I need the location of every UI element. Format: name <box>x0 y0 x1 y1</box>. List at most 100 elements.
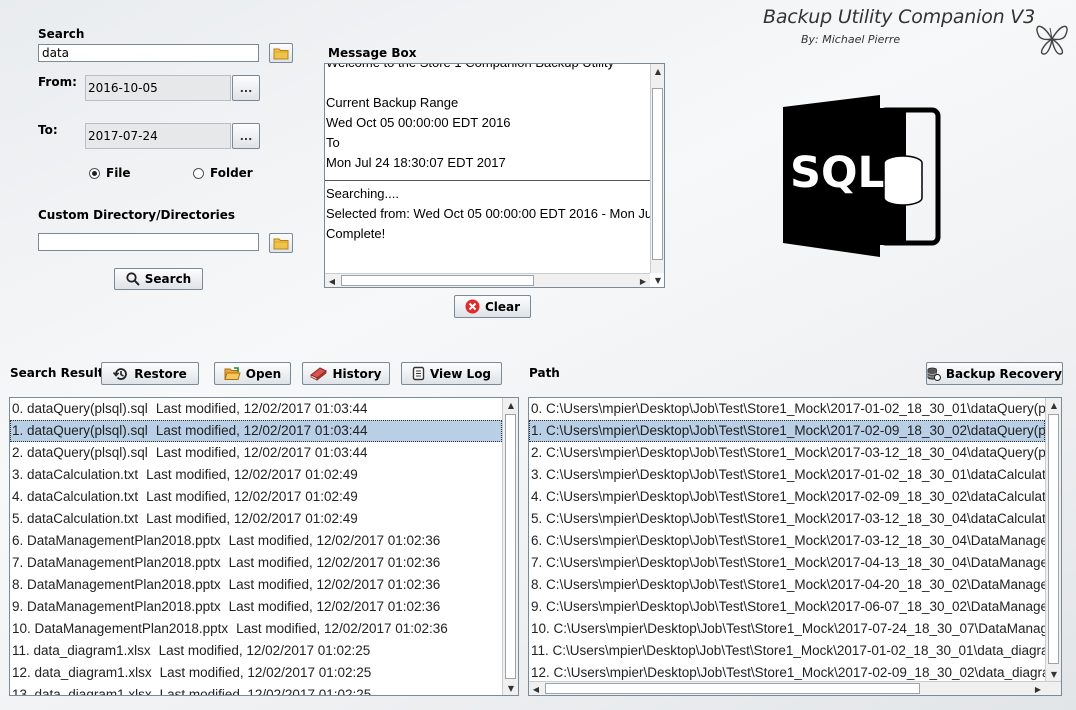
sql-logo-icon: SQL <box>783 95 941 257</box>
result-last-modified: Last modified, 12/02/2017 01:02:49 <box>146 489 358 504</box>
scroll-left-arrow-icon[interactable]: ◀ <box>529 682 543 695</box>
result-last-modified: Last modified, 12/02/2017 01:02:25 <box>158 643 371 658</box>
path-horizontal-scrollbar[interactable]: ◀ ▶ <box>529 681 1061 695</box>
result-last-modified: Last modified, 12/02/2017 01:02:36 <box>236 621 448 636</box>
view-log-button-label: View Log <box>429 366 492 381</box>
scroll-down-arrow-icon[interactable]: ▼ <box>651 273 665 287</box>
scroll-right-arrow-icon[interactable]: ▶ <box>636 274 650 288</box>
search-icon <box>126 272 140 286</box>
list-item[interactable]: 7. C:\Users\mpier\Desktop\Job\Test\Store… <box>529 552 1045 574</box>
history-button[interactable]: History <box>302 362 390 385</box>
scroll-thumb[interactable] <box>1048 414 1059 664</box>
list-item[interactable]: 8. C:\Users\mpier\Desktop\Job\Test\Store… <box>529 574 1045 596</box>
search-button[interactable]: Search <box>114 268 203 290</box>
search-results-label: Search Results <box>10 366 111 380</box>
list-item[interactable]: 4. C:\Users\mpier\Desktop\Job\Test\Store… <box>529 486 1045 508</box>
message-line: Wed Oct 05 00:00:00 EDT 2016 <box>326 115 511 130</box>
list-item[interactable]: 1. C:\Users\mpier\Desktop\Job\Test\Store… <box>529 420 1045 442</box>
message-line: To <box>326 135 340 150</box>
view-log-button[interactable]: View Log <box>401 362 502 385</box>
result-file-name: 10. DataManagementPlan2018.pptx <box>12 621 229 636</box>
table-row[interactable]: 0. dataQuery(plsql).sql Last modified, 12… <box>10 398 502 420</box>
scroll-up-arrow-icon[interactable]: ▲ <box>1047 398 1061 412</box>
path-vertical-scrollbar[interactable]: ▲ ▼ <box>1045 398 1061 681</box>
result-last-modified: Last modified, 12/02/2017 01:02:49 <box>146 511 358 526</box>
list-item[interactable]: 11. C:\Users\mpier\Desktop\Job\Test\Stor… <box>529 640 1045 662</box>
message-box[interactable]: Welcome to the Store 1 Companion Backup … <box>324 63 665 288</box>
clear-button[interactable]: Clear <box>454 295 531 318</box>
message-divider <box>325 180 650 181</box>
table-row[interactable]: 1. dataQuery(plsql).sql Last modified, 12… <box>10 420 502 442</box>
log-document-icon <box>412 366 425 381</box>
custom-directory-label: Custom Directory/Directories <box>38 208 236 222</box>
scroll-down-arrow-icon[interactable]: ▼ <box>504 681 518 695</box>
folder-icon <box>273 48 289 59</box>
message-line: Complete! <box>326 226 386 241</box>
table-row[interactable]: 11. data_diagram1.xlsx Last modified, 12/… <box>10 640 502 662</box>
table-row[interactable]: 7. DataManagementPlan2018.pptx Last modif… <box>10 552 502 574</box>
results-vertical-scrollbar[interactable]: ▲ ▼ <box>502 398 518 695</box>
message-box-horizontal-scrollbar[interactable]: ◀ ▶ <box>325 273 650 287</box>
message-box-vertical-scrollbar[interactable]: ▲ ▼ <box>650 64 665 285</box>
path-list[interactable]: 0. C:\Users\mpier\Desktop\Job\Test\Store… <box>528 397 1062 696</box>
search-label: Search <box>38 27 85 41</box>
from-date-field[interactable]: 2016-10-05 <box>85 75 231 101</box>
list-item[interactable]: 2. C:\Users\mpier\Desktop\Job\Test\Store… <box>529 442 1045 464</box>
scroll-thumb[interactable] <box>545 683 920 694</box>
custom-directory-input[interactable] <box>38 233 259 251</box>
list-item[interactable]: 5. C:\Users\mpier\Desktop\Job\Test\Store… <box>529 508 1045 530</box>
open-button[interactable]: Open <box>214 362 291 385</box>
message-line: Mon Jul 24 18:30:07 EDT 2017 <box>326 155 506 170</box>
file-radio[interactable]: File <box>89 166 131 180</box>
list-item[interactable]: 12. C:\Users\mpier\Desktop\Job\Test\Stor… <box>529 662 1045 681</box>
scroll-right-arrow-icon[interactable]: ▶ <box>1031 682 1045 695</box>
scroll-thumb[interactable] <box>505 414 516 679</box>
table-row[interactable]: 6. DataManagementPlan2018.pptx Last modif… <box>10 530 502 552</box>
scroll-left-arrow-icon[interactable]: ◀ <box>325 274 339 288</box>
custom-directory-folder-button[interactable] <box>269 233 293 253</box>
table-row[interactable]: 8. DataManagementPlan2018.pptx Last modif… <box>10 574 502 596</box>
result-file-name: 13. data_diagram1.xlsx <box>12 687 152 695</box>
scroll-up-arrow-icon[interactable]: ▲ <box>651 64 665 78</box>
list-item[interactable]: 10. C:\Users\mpier\Desktop\Job\Test\Stor… <box>529 618 1045 640</box>
open-folder-icon <box>224 366 241 380</box>
backup-recovery-button[interactable]: Backup Recovery <box>926 362 1063 385</box>
scroll-thumb[interactable] <box>652 88 663 260</box>
scroll-up-arrow-icon[interactable]: ▲ <box>504 398 518 412</box>
table-row[interactable]: 4. dataCalculation.txt Last modified, 12/… <box>10 486 502 508</box>
scroll-down-arrow-icon[interactable]: ▼ <box>1047 667 1061 681</box>
table-row[interactable]: 3. dataCalculation.txt Last modified, 12/… <box>10 464 502 486</box>
list-item[interactable]: 0. C:\Users\mpier\Desktop\Job\Test\Store… <box>529 398 1045 420</box>
list-item[interactable]: 9. C:\Users\mpier\Desktop\Job\Test\Store… <box>529 596 1045 618</box>
list-item[interactable]: 3. C:\Users\mpier\Desktop\Job\Test\Store… <box>529 464 1045 486</box>
folder-radio-dot <box>193 167 204 179</box>
result-last-modified: Last modified, 12/02/2017 01:02:25 <box>159 665 372 680</box>
result-last-modified: Last modified, 12/02/2017 01:03:44 <box>155 445 368 460</box>
clear-button-label: Clear <box>484 299 521 314</box>
path-label: Path <box>529 366 560 380</box>
table-row[interactable]: 13. data_diagram1.xlsx Last modified, 12/… <box>10 684 502 695</box>
result-file-name: 2. dataQuery(plsql).sql <box>12 445 148 460</box>
search-input[interactable]: data <box>38 44 259 62</box>
restore-button[interactable]: Restore <box>101 362 199 385</box>
folder-radio[interactable]: Folder <box>193 166 253 180</box>
file-radio-dot <box>89 167 100 179</box>
restore-button-label: Restore <box>134 366 187 381</box>
message-line <box>325 73 650 93</box>
message-line: Current Backup Range <box>326 95 459 110</box>
to-date-field[interactable]: 2017-07-24 <box>85 123 231 149</box>
table-row[interactable]: 5. dataCalculation.txt Last modified, 12/… <box>10 508 502 530</box>
file-radio-label: File <box>106 166 131 180</box>
search-results-list[interactable]: 0. dataQuery(plsql).sql Last modified, 12… <box>9 397 519 696</box>
table-row[interactable]: 12. data_diagram1.xlsx Last modified, 12/… <box>10 662 502 684</box>
search-folder-button[interactable] <box>269 43 293 63</box>
table-row[interactable]: 9. DataManagementPlan2018.pptx Last modif… <box>10 596 502 618</box>
to-date-picker-button[interactable]: ... <box>232 123 260 149</box>
from-date-picker-button[interactable]: ... <box>232 75 260 101</box>
table-row[interactable]: 2. dataQuery(plsql).sql Last modified, 12… <box>10 442 502 464</box>
scroll-thumb[interactable] <box>341 275 534 286</box>
table-row[interactable]: 10. DataManagementPlan2018.pptx Last modi… <box>10 618 502 640</box>
to-label: To: <box>38 123 58 137</box>
list-item[interactable]: 6. C:\Users\mpier\Desktop\Job\Test\Store… <box>529 530 1045 552</box>
clear-x-icon <box>465 299 480 314</box>
